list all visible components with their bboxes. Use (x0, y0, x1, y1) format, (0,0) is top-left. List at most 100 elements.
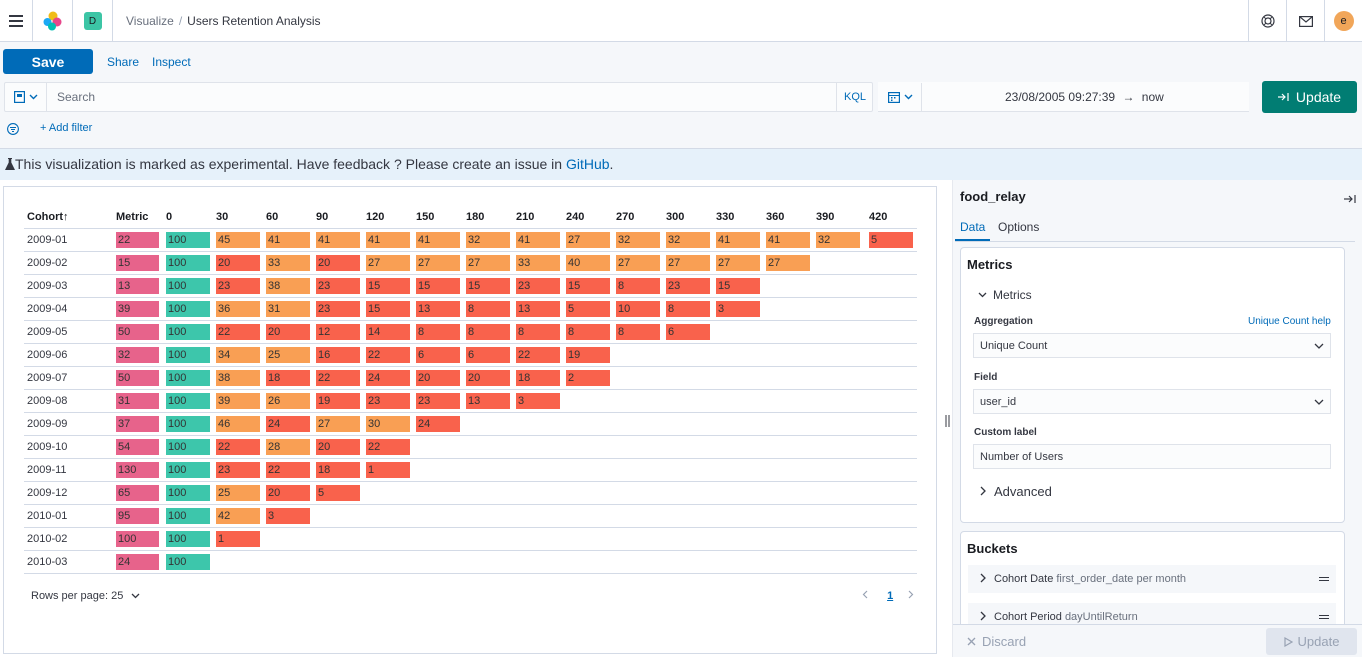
retention-cell: 15 (366, 301, 410, 317)
buckets-title: Buckets (967, 541, 1018, 556)
mail-icon (1298, 15, 1313, 27)
retention-cell: 26 (266, 393, 310, 409)
date-end[interactable]: now (1142, 90, 1164, 104)
tab-data[interactable]: Data (960, 220, 985, 234)
retention-cell: 8 (466, 301, 510, 317)
retention-cell: 22 (516, 347, 560, 363)
rows-per-page-button[interactable]: Rows per page: 25 (31, 590, 140, 602)
panel-resize-handle[interactable] (945, 414, 950, 427)
retention-cell: 30 (366, 416, 410, 432)
experimental-message: This visualization is marked as experime… (5, 156, 613, 172)
github-link[interactable]: GitHub (566, 156, 610, 172)
table-row: 2009-05 50 100 22 20 12 14 8 8 8 8 8 6 (24, 320, 917, 343)
grab-icon[interactable] (1319, 577, 1329, 582)
user-menu-button[interactable]: e (1324, 0, 1362, 42)
breadcrumb-visualize[interactable]: Visualize (126, 14, 174, 28)
kql-button[interactable]: KQL (836, 82, 873, 112)
collapse-icon (1344, 195, 1356, 203)
metric-cell: 22 (116, 232, 159, 248)
cohort-label: 2009-12 (27, 487, 68, 499)
newsfeed-button[interactable] (1286, 0, 1324, 42)
grab-icon[interactable] (1319, 615, 1329, 620)
retention-cell: 27 (666, 255, 710, 271)
retention-cell: 20 (216, 255, 260, 271)
refresh-icon (1277, 93, 1289, 101)
update-button[interactable]: Update (1262, 81, 1357, 113)
retention-cell: 23 (216, 278, 260, 294)
share-link[interactable]: Share (107, 55, 139, 69)
aggregation-select[interactable]: Unique Count (973, 333, 1331, 358)
menu-button[interactable] (0, 0, 33, 42)
retention-cell: 13 (466, 393, 510, 409)
filter-options-button[interactable] (7, 122, 19, 140)
retention-cell: 32 (666, 232, 710, 248)
breadcrumb: Visualize / Users Retention Analysis (126, 14, 321, 28)
field-label: Field (974, 372, 998, 383)
editor-update-button[interactable]: Update (1266, 628, 1357, 655)
table-row: 2010-01 95 100 42 3 (24, 504, 917, 527)
retention-cell: 100 (166, 508, 210, 524)
retention-cell: 38 (266, 278, 310, 294)
retention-cell: 100 (166, 278, 210, 294)
quick-date-button[interactable] (879, 83, 922, 111)
retention-cell: 1 (216, 531, 260, 547)
retention-cell: 100 (166, 485, 210, 501)
cohort-label: 2009-06 (27, 349, 68, 361)
retention-cell: 41 (516, 232, 560, 248)
cohort-label: 2009-08 (27, 395, 68, 407)
metrics-accordion-toggle[interactable]: Metrics (978, 288, 1032, 302)
aggregation-help-link[interactable]: Unique Count help (1248, 316, 1331, 327)
help-button[interactable] (1248, 0, 1286, 42)
retention-cell: 41 (716, 232, 760, 248)
sort-arrow-icon[interactable]: ↑ (63, 211, 69, 223)
table-row: 2009-08 31 100 39 26 19 23 23 13 3 (24, 389, 917, 412)
page-number[interactable]: 1 (887, 590, 893, 602)
retention-cell: 20 (466, 370, 510, 386)
advanced-toggle[interactable]: Advanced (980, 484, 1052, 499)
chevron-down-icon (978, 292, 987, 298)
bucket-cohort-date[interactable]: Cohort Date first_order_date per month (968, 565, 1336, 593)
custom-label-input[interactable]: Number of Users (973, 444, 1331, 469)
table-row: 2010-03 24 100 (24, 550, 917, 573)
aggregation-label: Aggregation (974, 316, 1033, 327)
retention-cell: 18 (316, 462, 360, 478)
metric-cell: 54 (116, 439, 159, 455)
space-selector[interactable]: D (73, 0, 113, 42)
space-avatar: D (83, 12, 102, 30)
retention-cell: 24 (416, 416, 460, 432)
retention-cell: 27 (766, 255, 810, 271)
next-page-icon[interactable] (908, 590, 914, 599)
active-tab-indicator (955, 239, 990, 241)
column-header-cohort[interactable]: Cohort (27, 211, 63, 223)
metrics-accordion-label: Metrics (993, 288, 1032, 302)
add-filter-button[interactable]: + Add filter (40, 122, 92, 134)
table-row: 2010-02 100 100 1 (24, 527, 917, 550)
date-start[interactable]: 23/08/2005 09:27:39 (1005, 90, 1115, 104)
tab-options[interactable]: Options (998, 220, 1039, 234)
retention-cell: 15 (366, 278, 410, 294)
bucket-cohort-period[interactable]: Cohort Period dayUntilReturn (968, 603, 1336, 624)
field-select[interactable]: user_id (973, 389, 1331, 414)
collapse-sidebar-button[interactable] (1344, 191, 1356, 209)
retention-cell: 23 (366, 393, 410, 409)
home-logo-button[interactable] (33, 0, 73, 42)
previous-page-icon[interactable] (862, 590, 868, 599)
retention-cell: 100 (166, 439, 210, 455)
inspect-link[interactable]: Inspect (152, 55, 191, 69)
metric-cell: 15 (116, 255, 159, 271)
retention-cell: 20 (266, 324, 310, 340)
column-header-day: 300 (666, 211, 685, 223)
metric-cell: 39 (116, 301, 159, 317)
retention-cell: 27 (566, 232, 610, 248)
saved-query-button[interactable] (5, 83, 47, 111)
date-arrow: → (1122, 90, 1135, 104)
date-range[interactable]: 23/08/2005 09:27:39 → now (1005, 90, 1164, 104)
discard-button[interactable]: Discard (967, 634, 1026, 649)
retention-cell: 100 (166, 531, 210, 547)
retention-cell: 23 (316, 301, 360, 317)
search-input[interactable]: Search (57, 90, 95, 104)
retention-cell: 24 (266, 416, 310, 432)
cohort-label: 2009-01 (27, 234, 68, 246)
table-row: 2009-10 54 100 22 28 20 22 (24, 435, 917, 458)
save-button[interactable]: Save (3, 49, 93, 74)
